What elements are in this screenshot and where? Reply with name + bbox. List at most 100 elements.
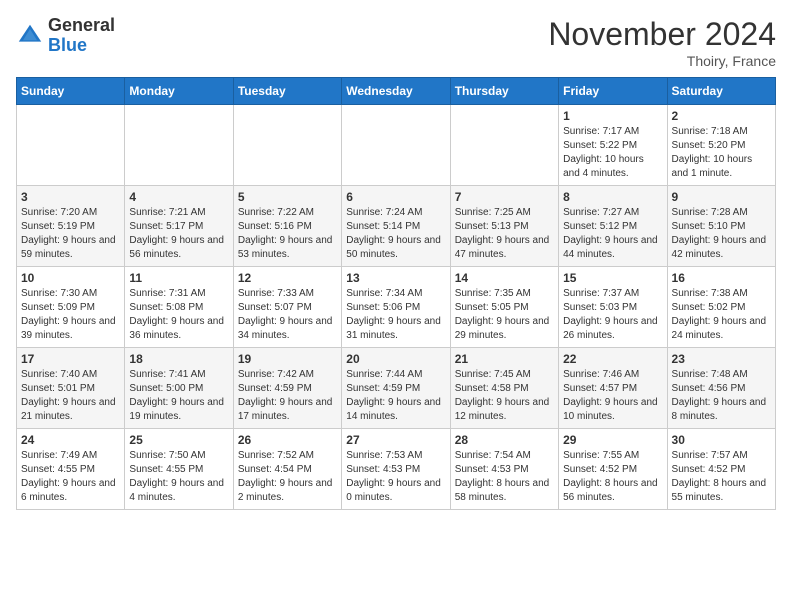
- day-info: Sunrise: 7:40 AM Sunset: 5:01 PM Dayligh…: [21, 368, 120, 424]
- weekday-header-saturday: Saturday: [667, 78, 775, 105]
- day-cell: 3Sunrise: 7:20 AM Sunset: 5:19 PM Daylig…: [17, 186, 125, 267]
- day-info: Sunrise: 7:50 AM Sunset: 4:55 PM Dayligh…: [129, 449, 228, 505]
- day-cell: 13 Sunrise: 7:34 AM Sunset: 5:06 PM Dayli…: [342, 267, 450, 348]
- day-cell: [17, 105, 125, 186]
- day-cell: 5 Sunrise: 7:22 AM Sunset: 5:16 PM Daylig…: [233, 186, 341, 267]
- day-cell: 21 Sunrise: 7:45 AM Sunset: 4:58 PM Dayli…: [450, 348, 558, 429]
- week-row-2: 3Sunrise: 7:20 AM Sunset: 5:19 PM Daylig…: [17, 186, 776, 267]
- weekday-header-thursday: Thursday: [450, 78, 558, 105]
- day-number: 20: [346, 352, 445, 366]
- day-number: 6: [346, 190, 445, 204]
- day-info: Sunrise: 7:52 AM Sunset: 4:54 PM Dayligh…: [238, 449, 337, 505]
- day-number: 16: [672, 271, 771, 285]
- day-info: Sunrise: 7:41 AM Sunset: 5:00 PM Dayligh…: [129, 368, 228, 424]
- day-cell: 30Sunrise: 7:57 AM Sunset: 4:52 PM Dayli…: [667, 429, 775, 510]
- day-cell: 4 Sunrise: 7:21 AM Sunset: 5:17 PM Daylig…: [125, 186, 233, 267]
- day-info: Sunrise: 7:24 AM Sunset: 5:14 PM Dayligh…: [346, 206, 445, 262]
- day-info: Sunrise: 7:33 AM Sunset: 5:07 PM Dayligh…: [238, 287, 337, 343]
- day-info: Sunrise: 7:53 AM Sunset: 4:53 PM Dayligh…: [346, 449, 445, 505]
- day-number: 5: [238, 190, 337, 204]
- day-number: 29: [563, 433, 662, 447]
- day-info: Sunrise: 7:31 AM Sunset: 5:08 PM Dayligh…: [129, 287, 228, 343]
- day-cell: [342, 105, 450, 186]
- weekday-header-tuesday: Tuesday: [233, 78, 341, 105]
- day-info: Sunrise: 7:28 AM Sunset: 5:10 PM Dayligh…: [672, 206, 771, 262]
- day-number: 7: [455, 190, 554, 204]
- day-cell: 6 Sunrise: 7:24 AM Sunset: 5:14 PM Daylig…: [342, 186, 450, 267]
- logo-icon: [16, 22, 44, 50]
- day-number: 25: [129, 433, 228, 447]
- day-cell: 16 Sunrise: 7:38 AM Sunset: 5:02 PM Dayli…: [667, 267, 775, 348]
- page-header: General Blue November 2024 Thoiry, Franc…: [16, 16, 776, 69]
- day-info: Sunrise: 7:38 AM Sunset: 5:02 PM Dayligh…: [672, 287, 771, 343]
- day-info: Sunrise: 7:25 AM Sunset: 5:13 PM Dayligh…: [455, 206, 554, 262]
- weekday-header-wednesday: Wednesday: [342, 78, 450, 105]
- weekday-header-friday: Friday: [559, 78, 667, 105]
- day-info: Sunrise: 7:34 AM Sunset: 5:06 PM Dayligh…: [346, 287, 445, 343]
- day-number: 22: [563, 352, 662, 366]
- day-cell: 9 Sunrise: 7:28 AM Sunset: 5:10 PM Daylig…: [667, 186, 775, 267]
- day-cell: 23 Sunrise: 7:48 AM Sunset: 4:56 PM Dayli…: [667, 348, 775, 429]
- day-cell: 28 Sunrise: 7:54 AM Sunset: 4:53 PM Dayli…: [450, 429, 558, 510]
- day-cell: 8Sunrise: 7:27 AM Sunset: 5:12 PM Daylig…: [559, 186, 667, 267]
- day-number: 2: [672, 109, 771, 123]
- week-row-1: 1 Sunrise: 7:17 AM Sunset: 5:22 PM Daylig…: [17, 105, 776, 186]
- day-info: Sunrise: 7:45 AM Sunset: 4:58 PM Dayligh…: [455, 368, 554, 424]
- day-number: 19: [238, 352, 337, 366]
- month-title: November 2024: [548, 16, 776, 53]
- day-cell: [233, 105, 341, 186]
- day-cell: 12 Sunrise: 7:33 AM Sunset: 5:07 PM Dayli…: [233, 267, 341, 348]
- day-number: 21: [455, 352, 554, 366]
- day-cell: 25 Sunrise: 7:50 AM Sunset: 4:55 PM Dayli…: [125, 429, 233, 510]
- day-number: 13: [346, 271, 445, 285]
- day-cell: [450, 105, 558, 186]
- day-number: 12: [238, 271, 337, 285]
- day-number: 27: [346, 433, 445, 447]
- day-cell: 19Sunrise: 7:42 AM Sunset: 4:59 PM Dayli…: [233, 348, 341, 429]
- day-number: 28: [455, 433, 554, 447]
- weekday-header-sunday: Sunday: [17, 78, 125, 105]
- day-info: Sunrise: 7:54 AM Sunset: 4:53 PM Dayligh…: [455, 449, 554, 505]
- day-info: Sunrise: 7:17 AM Sunset: 5:22 PM Dayligh…: [563, 125, 662, 181]
- day-number: 8: [563, 190, 662, 204]
- week-row-3: 10Sunrise: 7:30 AM Sunset: 5:09 PM Dayli…: [17, 267, 776, 348]
- day-cell: 18 Sunrise: 7:41 AM Sunset: 5:00 PM Dayli…: [125, 348, 233, 429]
- day-info: Sunrise: 7:21 AM Sunset: 5:17 PM Dayligh…: [129, 206, 228, 262]
- day-info: Sunrise: 7:20 AM Sunset: 5:19 PM Dayligh…: [21, 206, 120, 262]
- day-info: Sunrise: 7:48 AM Sunset: 4:56 PM Dayligh…: [672, 368, 771, 424]
- day-number: 9: [672, 190, 771, 204]
- day-cell: 14Sunrise: 7:35 AM Sunset: 5:05 PM Dayli…: [450, 267, 558, 348]
- day-cell: 24 Sunrise: 7:49 AM Sunset: 4:55 PM Dayli…: [17, 429, 125, 510]
- day-info: Sunrise: 7:55 AM Sunset: 4:52 PM Dayligh…: [563, 449, 662, 505]
- day-number: 26: [238, 433, 337, 447]
- day-info: Sunrise: 7:46 AM Sunset: 4:57 PM Dayligh…: [563, 368, 662, 424]
- logo-blue: Blue: [48, 36, 115, 56]
- day-cell: [125, 105, 233, 186]
- day-cell: 7 Sunrise: 7:25 AM Sunset: 5:13 PM Daylig…: [450, 186, 558, 267]
- calendar-table: SundayMondayTuesdayWednesdayThursdayFrid…: [16, 77, 776, 510]
- day-cell: 11 Sunrise: 7:31 AM Sunset: 5:08 PM Dayli…: [125, 267, 233, 348]
- weekday-header-row: SundayMondayTuesdayWednesdayThursdayFrid…: [17, 78, 776, 105]
- logo: General Blue: [16, 16, 115, 56]
- day-cell: 15 Sunrise: 7:37 AM Sunset: 5:03 PM Dayli…: [559, 267, 667, 348]
- day-number: 18: [129, 352, 228, 366]
- day-cell: 20 Sunrise: 7:44 AM Sunset: 4:59 PM Dayli…: [342, 348, 450, 429]
- day-info: Sunrise: 7:37 AM Sunset: 5:03 PM Dayligh…: [563, 287, 662, 343]
- day-number: 1: [563, 109, 662, 123]
- day-number: 10: [21, 271, 120, 285]
- day-number: 30: [672, 433, 771, 447]
- day-number: 4: [129, 190, 228, 204]
- day-cell: 17 Sunrise: 7:40 AM Sunset: 5:01 PM Dayli…: [17, 348, 125, 429]
- day-info: Sunrise: 7:44 AM Sunset: 4:59 PM Dayligh…: [346, 368, 445, 424]
- week-row-4: 17 Sunrise: 7:40 AM Sunset: 5:01 PM Dayli…: [17, 348, 776, 429]
- day-number: 24: [21, 433, 120, 447]
- day-number: 17: [21, 352, 120, 366]
- day-number: 23: [672, 352, 771, 366]
- title-block: November 2024 Thoiry, France: [548, 16, 776, 69]
- day-info: Sunrise: 7:22 AM Sunset: 5:16 PM Dayligh…: [238, 206, 337, 262]
- day-number: 15: [563, 271, 662, 285]
- day-number: 11: [129, 271, 228, 285]
- day-info: Sunrise: 7:49 AM Sunset: 4:55 PM Dayligh…: [21, 449, 120, 505]
- day-cell: 1 Sunrise: 7:17 AM Sunset: 5:22 PM Daylig…: [559, 105, 667, 186]
- logo-text: General Blue: [48, 16, 115, 56]
